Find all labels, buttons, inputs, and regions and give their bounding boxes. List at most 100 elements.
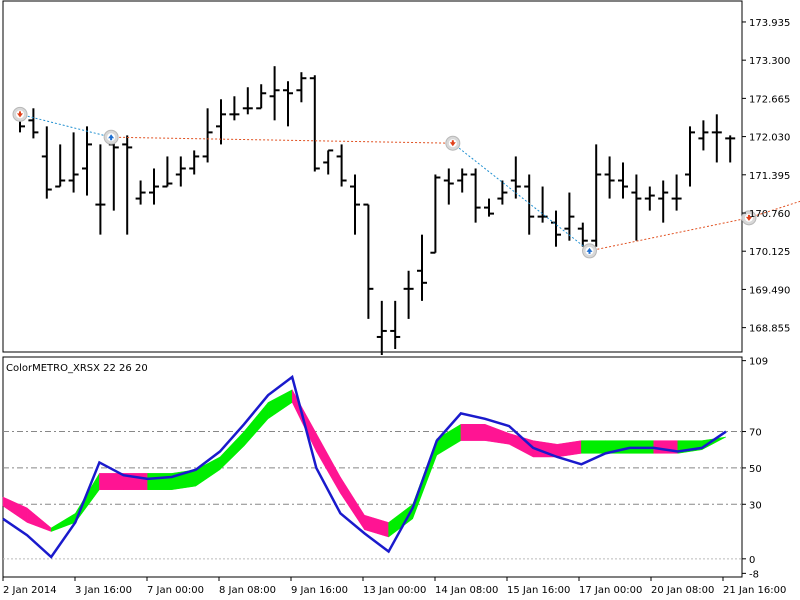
axes: 173.935 173.300 172.665 172.030 171.395 170.7… xyxy=(2,18,790,596)
ohlc-bar xyxy=(55,144,66,188)
indicator-tick-label: 70 xyxy=(749,428,762,439)
price-tick-label: 171.395 xyxy=(749,171,790,182)
ohlc-bar xyxy=(269,66,280,121)
ohlc-bar xyxy=(256,84,267,110)
ohlc-bar xyxy=(95,144,106,235)
down-band-segment xyxy=(99,473,124,490)
down-band-segment xyxy=(460,424,486,441)
ohlc-bar xyxy=(216,99,226,145)
ohlc-bar xyxy=(510,156,521,199)
ohlc-bar xyxy=(363,203,374,319)
ohlc-bar xyxy=(28,108,39,139)
price-tick-label: 172.665 xyxy=(749,94,790,105)
price-tick-label: 168.855 xyxy=(749,324,790,335)
buy-signal-icon[interactable] xyxy=(582,243,597,259)
ohlc-bar xyxy=(323,149,334,175)
up-band-segment xyxy=(436,423,462,456)
indicator-tick-label: 109 xyxy=(749,357,768,368)
ohlc-bar xyxy=(685,126,695,187)
ohlc-bar xyxy=(135,180,146,205)
x-tick-label: 9 Jan 16:00 xyxy=(291,585,348,596)
ohlc-bar xyxy=(162,156,173,188)
ohlc-bar xyxy=(403,270,414,319)
ohlc-bar xyxy=(497,180,508,205)
x-tick-label: 14 Jan 08:00 xyxy=(435,585,498,596)
sell-signal-icon[interactable] xyxy=(12,106,28,122)
ohlc-bar xyxy=(283,81,293,127)
ohlc-bar xyxy=(202,108,213,163)
ohlc-bar xyxy=(242,87,253,115)
price-tick-label: 170.125 xyxy=(749,247,790,258)
ohlc-bar xyxy=(296,72,307,103)
signal-link xyxy=(748,200,800,219)
x-tick-label: 8 Jan 08:00 xyxy=(219,585,276,596)
ohlc-bar xyxy=(671,174,682,211)
down-band-segment xyxy=(316,433,341,495)
ohlc-bar xyxy=(443,168,454,205)
ohlc-bar xyxy=(82,126,92,196)
ohlc-bar xyxy=(631,174,642,241)
ohlc-bar xyxy=(336,144,347,187)
ohlc-bar xyxy=(644,186,655,211)
up-band-segment xyxy=(147,473,172,490)
down-band-segment xyxy=(26,507,52,532)
price-panel[interactable] xyxy=(12,66,800,356)
x-tick-label: 21 Jan 16:00 xyxy=(723,585,786,596)
price-tick-label: 173.300 xyxy=(749,56,790,67)
indicator-tick-label: 50 xyxy=(749,464,762,475)
signal-link xyxy=(589,217,750,252)
ohlc-bar xyxy=(658,180,669,223)
indicator-tick-label: 30 xyxy=(749,500,762,511)
ohlc-bar xyxy=(711,114,722,163)
price-tick-label: 173.935 xyxy=(749,18,790,29)
ohlc-bar xyxy=(725,135,736,163)
ohlc-bar xyxy=(604,156,615,199)
ohlc-bar xyxy=(470,168,481,223)
down-band-segment xyxy=(2,496,28,523)
ohlc-bar xyxy=(68,132,79,193)
x-tick-label: 20 Jan 08:00 xyxy=(651,585,714,596)
price-tick-label: 170.760 xyxy=(749,209,790,220)
chart-window[interactable]: 173.935 173.300 172.665 172.030 171.395 170.7… xyxy=(0,0,800,600)
sell-signal-icon[interactable] xyxy=(445,135,461,151)
ohlc-bar xyxy=(229,96,240,121)
indicator-panel[interactable] xyxy=(2,374,742,560)
ohlc-bar xyxy=(698,120,709,151)
ohlc-bar xyxy=(564,192,575,241)
ohlc-bar xyxy=(430,174,441,254)
x-tick-label: 17 Jan 00:00 xyxy=(579,585,642,596)
price-tick-label: 169.490 xyxy=(749,285,790,296)
ohlc-bar xyxy=(309,75,320,172)
price-tick-label: 172.030 xyxy=(749,133,790,144)
ohlc-bar xyxy=(591,144,602,247)
ohlc-bar xyxy=(376,300,387,356)
x-tick-label: 7 Jan 00:00 xyxy=(147,585,204,596)
ohlc-bar xyxy=(189,150,200,175)
ohlc-bar xyxy=(457,168,468,193)
down-band-segment xyxy=(557,440,582,458)
up-band-segment xyxy=(581,440,606,454)
buy-signal-icon[interactable] xyxy=(103,129,119,145)
chart-canvas[interactable]: 173.935 173.300 172.665 172.030 171.395 170.7… xyxy=(0,0,800,600)
ohlc-bar xyxy=(524,174,535,235)
ohlc-bar xyxy=(417,234,427,301)
ohlc-bar xyxy=(41,126,52,199)
ohlc-bar xyxy=(149,168,159,205)
indicator-tick-label: 0 xyxy=(749,555,755,566)
indicator-tick-label: -8 xyxy=(749,569,759,580)
indicator-panel-frame xyxy=(2,356,743,578)
x-tick-label: 2 Jan 2014 xyxy=(3,585,57,596)
down-band-segment xyxy=(484,423,510,445)
signal-link xyxy=(111,136,453,144)
ohlc-bar xyxy=(175,156,186,187)
ohlc-bar xyxy=(350,174,360,235)
ohlc-bar xyxy=(390,300,401,349)
x-tick-label: 13 Jan 00:00 xyxy=(363,585,426,596)
x-tick-label: 15 Jan 16:00 xyxy=(507,585,570,596)
up-band-segment xyxy=(267,389,293,420)
ohlc-bar xyxy=(537,186,548,223)
indicator-title: ColorMETRO_XRSX 22 26 20 xyxy=(6,363,148,374)
x-tick-label: 3 Jan 16:00 xyxy=(75,585,132,596)
ohlc-bar xyxy=(484,198,494,217)
ohlc-bar xyxy=(122,135,133,235)
